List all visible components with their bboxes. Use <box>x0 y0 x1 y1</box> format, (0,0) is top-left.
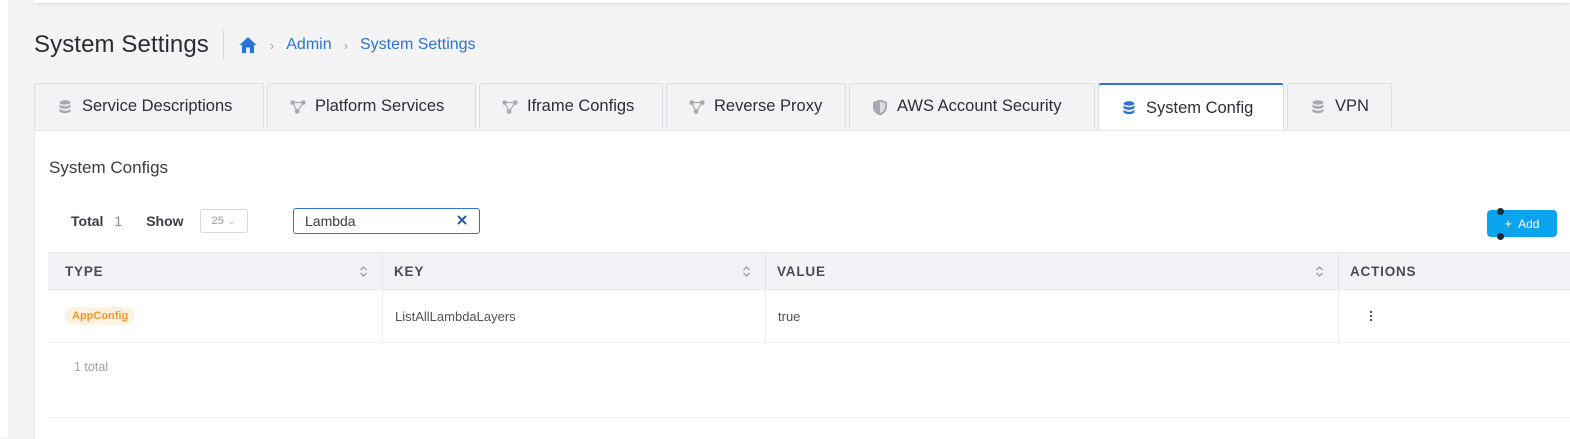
tab-reverse-proxy[interactable]: Reverse Proxy <box>666 83 846 129</box>
breadcrumb-system-settings[interactable]: System Settings <box>360 36 476 54</box>
configs-table: TYPE KEY VALUE ACTIONS AppConfig ListAll… <box>48 252 1570 343</box>
breadcrumb-separator: › <box>343 37 348 53</box>
sort-icon[interactable] <box>742 265 751 278</box>
home-icon[interactable] <box>238 35 258 55</box>
cell-actions <box>1339 290 1570 342</box>
share-nodes-icon <box>502 99 518 115</box>
breadcrumb-separator: › <box>269 37 275 53</box>
tab-label: VPN <box>1335 97 1369 115</box>
drag-handle-dot <box>1497 208 1504 215</box>
header-divider <box>222 30 224 60</box>
chevron-down-icon: ⌄ <box>227 215 236 226</box>
search-input[interactable] <box>305 213 445 229</box>
cell-value: true <box>766 290 1339 342</box>
tab-platform-services[interactable]: Platform Services <box>267 83 476 129</box>
add-button[interactable]: + Add <box>1487 208 1557 240</box>
total-label: Total <box>71 213 104 229</box>
database-icon <box>1310 99 1326 115</box>
tab-system-config[interactable]: System Config <box>1098 83 1284 131</box>
tab-label: Service Descriptions <box>82 97 233 115</box>
tab-label: Platform Services <box>315 97 445 115</box>
column-label: KEY <box>394 263 425 279</box>
database-icon <box>57 99 73 115</box>
type-badge: AppConfig <box>65 307 136 325</box>
tab-service-descriptions[interactable]: Service Descriptions <box>34 83 264 129</box>
tab-vpn[interactable]: VPN <box>1287 83 1392 129</box>
breadcrumb-admin[interactable]: Admin <box>286 36 331 54</box>
share-nodes-icon <box>290 99 306 115</box>
table-row[interactable]: AppConfig ListAllLambdaLayers true <box>48 290 1570 343</box>
system-configs-panel: System Configs Total 1 Show 25 ⌄ + Add T… <box>34 130 1570 439</box>
column-header-value[interactable]: VALUE <box>766 253 1339 289</box>
drag-handle-dot <box>1497 233 1504 240</box>
search-field[interactable] <box>293 208 480 234</box>
tab-aws-account-security[interactable]: AWS Account Security <box>849 83 1095 129</box>
table-footer-total: 1 total <box>74 360 109 374</box>
sort-icon[interactable] <box>1315 265 1324 278</box>
section-title: System Configs <box>49 158 169 177</box>
table-toolbar: Total 1 Show 25 ⌄ <box>71 208 248 234</box>
database-icon <box>1121 100 1137 116</box>
clear-search-icon[interactable] <box>455 213 469 227</box>
page-size-select[interactable]: 25 ⌄ <box>199 209 248 233</box>
left-edge <box>0 0 8 438</box>
total-count: 1 <box>114 213 123 229</box>
tab-label: AWS Account Security <box>897 97 1062 115</box>
cell-key: ListAllLambdaLayers <box>383 290 766 342</box>
plus-icon: + <box>1504 216 1513 231</box>
show-label: Show <box>146 213 184 229</box>
more-actions-icon[interactable] <box>1369 310 1373 322</box>
tab-bar: Service Descriptions Platform Services I… <box>34 83 1395 131</box>
page-size-value: 25 <box>211 215 224 227</box>
tab-iframe-configs[interactable]: Iframe Configs <box>479 83 663 129</box>
cell-type: AppConfig <box>48 290 383 342</box>
column-label: VALUE <box>777 263 826 279</box>
shield-icon <box>872 99 888 115</box>
column-label: TYPE <box>65 263 104 279</box>
share-nodes-icon <box>689 99 705 115</box>
top-card-edge <box>34 0 1570 3</box>
tab-label: System Config <box>1146 98 1254 117</box>
sort-icon[interactable] <box>359 265 368 278</box>
column-label: ACTIONS <box>1350 263 1417 279</box>
column-header-key[interactable]: KEY <box>383 253 766 289</box>
page-title: System Settings <box>34 31 209 58</box>
table-header: TYPE KEY VALUE ACTIONS <box>48 252 1570 290</box>
page-header: System Settings › Admin › System Setting… <box>34 28 476 62</box>
tab-label: Iframe Configs <box>527 97 635 115</box>
column-header-type[interactable]: TYPE <box>48 253 383 289</box>
tab-label: Reverse Proxy <box>714 97 823 115</box>
column-header-actions: ACTIONS <box>1339 253 1570 289</box>
add-label: Add <box>1518 216 1540 231</box>
footer-divider <box>48 417 1570 418</box>
